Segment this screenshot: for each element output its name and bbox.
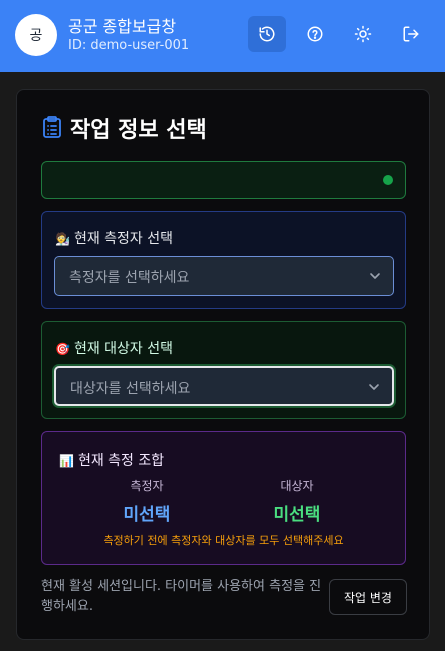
measurer-label: 현재 측정자 선택 — [73, 231, 174, 247]
help-button[interactable] — [296, 16, 334, 52]
combo-label-row: 📊 현재 측정 조합 — [59, 450, 164, 470]
work-info-card: 작업 정보 선택 🧑‍🔬 현재 측정자 선택 측정자를 선택하세요 🎯 현재 대상자… — [16, 89, 430, 640]
measurer-select-placeholder: 측정자를 선택하세요 — [69, 270, 190, 286]
target-icon: 🎯 — [55, 342, 70, 356]
user-name: 공군 종합보급창 — [68, 17, 177, 36]
chevron-down-icon — [369, 384, 379, 390]
card-title: 작업 정보 선택 — [70, 118, 207, 143]
logout-button[interactable] — [392, 16, 430, 52]
app-header: 공 공군 종합보급창 ID: demo-user-001 — [0, 0, 445, 72]
combo-target: 대상자 미선택 — [227, 477, 367, 525]
combo-measurer-label: 측정자 — [130, 479, 164, 493]
chart-icon: 📊 — [59, 454, 74, 468]
measurer-section: 🧑‍🔬 현재 측정자 선택 측정자를 선택하세요 — [41, 211, 406, 309]
combo-target-value: 미선택 — [273, 505, 321, 525]
logout-icon — [403, 26, 419, 42]
target-label: 현재 대상자 선택 — [73, 341, 174, 357]
chevron-down-icon — [370, 273, 380, 279]
combo-target-label: 대상자 — [280, 479, 314, 493]
combo-measurer-value: 미선택 — [123, 505, 171, 525]
combo-warning: 측정하기 전에 측정자와 대상자를 모두 선택해주세요 — [103, 534, 344, 547]
measurer-select[interactable]: 측정자를 선택하세요 — [54, 256, 394, 296]
combo-label: 현재 측정 조합 — [77, 453, 165, 469]
help-icon — [307, 26, 323, 42]
history-icon — [259, 26, 275, 42]
target-select-placeholder: 대상자를 선택하세요 — [70, 381, 191, 397]
target-label-row: 🎯 현재 대상자 선택 — [55, 338, 173, 358]
user-id: ID: demo-user-001 — [68, 38, 190, 53]
session-status-bar — [41, 161, 406, 199]
session-info-text: 현재 활성 세션입니다. 타이머를 사용하여 측정을 진행하세요. — [41, 579, 322, 614]
combination-section: 📊 현재 측정 조합 측정자 미선택 대상자 미선택 측정하기 전에 측정자와 대… — [41, 431, 406, 565]
change-work-button[interactable]: 작업 변경 — [329, 579, 407, 615]
history-button[interactable] — [248, 16, 286, 52]
scientist-icon: 🧑‍🔬 — [55, 232, 70, 246]
target-section: 🎯 현재 대상자 선택 대상자를 선택하세요 — [41, 321, 406, 419]
avatar: 공 — [15, 14, 57, 56]
clipboard-icon — [43, 116, 61, 138]
theme-toggle-button[interactable] — [344, 16, 382, 52]
status-indicator-dot — [383, 175, 393, 185]
target-select[interactable]: 대상자를 선택하세요 — [54, 366, 394, 406]
sun-icon — [354, 25, 372, 43]
combo-measurer: 측정자 미선택 — [77, 477, 217, 525]
measurer-label-row: 🧑‍🔬 현재 측정자 선택 — [55, 228, 173, 248]
